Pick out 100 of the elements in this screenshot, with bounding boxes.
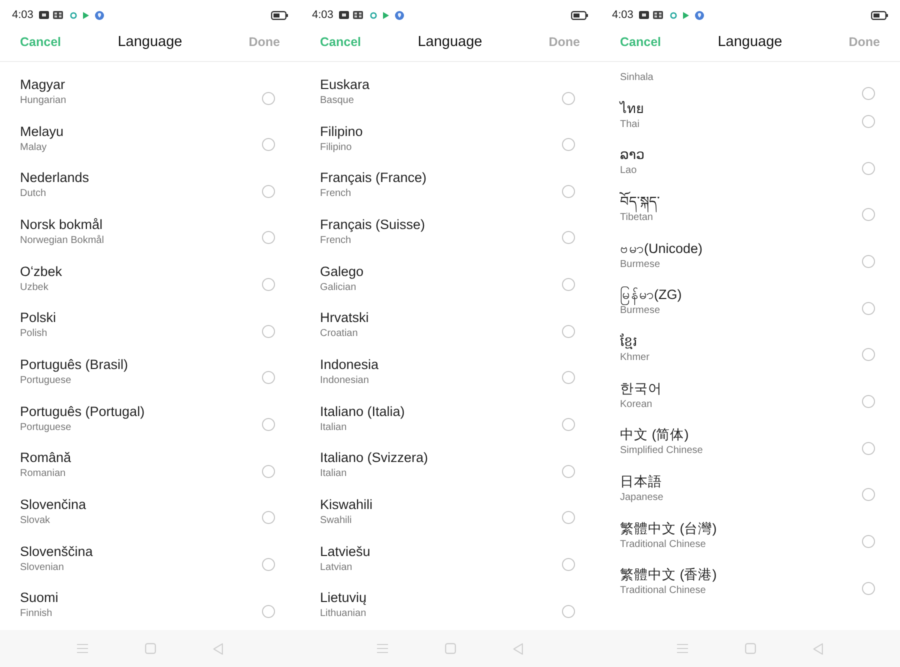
- screen-title: Language: [118, 34, 182, 50]
- screen-title: Language: [718, 34, 782, 50]
- language-name[interactable]: Galego: [320, 262, 364, 281]
- language-name[interactable]: Italiano (Svizzera): [320, 449, 428, 468]
- language-name[interactable]: Italiano (Italia): [320, 402, 405, 421]
- battery-icon: [871, 10, 888, 20]
- radio-button[interactable]: [262, 511, 275, 524]
- radio-button[interactable]: [262, 184, 275, 198]
- radio-button[interactable]: [562, 184, 575, 198]
- language-name[interactable]: Kiswahili: [320, 496, 373, 514]
- radio-button[interactable]: [862, 488, 875, 502]
- language-name[interactable]: 한국어: [620, 380, 662, 398]
- language-name[interactable]: Nederlands: [20, 169, 90, 188]
- radio-button[interactable]: [262, 464, 275, 478]
- language-subtitle: Slovak: [20, 514, 50, 528]
- radio-button[interactable]: [862, 115, 875, 128]
- radio-button[interactable]: [862, 535, 875, 548]
- radio-button[interactable]: [562, 231, 575, 244]
- radio-button[interactable]: [562, 278, 575, 292]
- language-name[interactable]: Français (France): [320, 169, 427, 188]
- language-subtitle: Uzbek: [20, 280, 48, 295]
- language-name[interactable]: Slovenščina: [20, 542, 93, 561]
- language-name[interactable]: Slovenčina: [20, 496, 86, 514]
- home-square-icon[interactable]: [145, 643, 156, 654]
- language-subtitle: Polish: [20, 327, 48, 342]
- back-icon[interactable]: [213, 642, 223, 654]
- radio-button[interactable]: [262, 92, 275, 104]
- language-name[interactable]: Français (Suisse): [320, 216, 426, 234]
- radio-button[interactable]: [862, 208, 875, 222]
- home-square-icon[interactable]: [745, 643, 756, 654]
- radio-button[interactable]: [562, 464, 575, 478]
- play-icon: [83, 12, 90, 18]
- language-name[interactable]: Lietuvių: [320, 589, 367, 608]
- back-icon[interactable]: [813, 642, 823, 654]
- language-name[interactable]: Português (Brasil): [20, 356, 128, 374]
- ring-icon: [670, 12, 678, 18]
- radio-button[interactable]: [262, 558, 275, 572]
- radio-button[interactable]: [862, 395, 875, 408]
- grid-icon: [353, 11, 364, 19]
- status-time: 4:03: [612, 9, 634, 21]
- language-subtitle: Traditional Chinese: [620, 584, 706, 598]
- menu-icon[interactable]: [677, 644, 688, 653]
- back-icon[interactable]: [513, 642, 523, 654]
- language-name[interactable]: Polski: [20, 309, 56, 328]
- radio-button[interactable]: [862, 582, 875, 595]
- radio-button[interactable]: [262, 138, 275, 152]
- radio-button[interactable]: [862, 442, 875, 455]
- language-name[interactable]: 繁體中文 (香港): [620, 566, 717, 584]
- menu-icon[interactable]: [77, 644, 88, 653]
- language-name[interactable]: ไทย: [620, 100, 644, 118]
- menu-icon[interactable]: [377, 644, 388, 653]
- radio-button[interactable]: [262, 324, 275, 338]
- language-name[interactable]: Norsk bokmål: [20, 216, 103, 234]
- language-name[interactable]: Indonesia: [320, 356, 379, 374]
- radio-button[interactable]: [862, 86, 875, 100]
- radio-button[interactable]: [562, 558, 575, 572]
- radio-button[interactable]: [862, 255, 875, 268]
- language-name[interactable]: Filipino: [320, 122, 363, 141]
- radio-button[interactable]: [862, 162, 875, 175]
- language-subtitle: Lao: [620, 164, 637, 178]
- radio-button[interactable]: [562, 418, 575, 432]
- radio-button[interactable]: [562, 92, 575, 104]
- radio-button[interactable]: [262, 418, 275, 432]
- radio-button[interactable]: [262, 231, 275, 244]
- radio-button[interactable]: [262, 278, 275, 292]
- radio-button[interactable]: [562, 324, 575, 338]
- radio-button[interactable]: [562, 511, 575, 524]
- language-subtitle: Japanese: [620, 490, 664, 505]
- language-subtitle: Indonesian: [320, 374, 369, 388]
- language-name[interactable]: ລາວ: [620, 146, 645, 164]
- language-name[interactable]: Euskara: [320, 76, 370, 94]
- language-name[interactable]: Magyar: [20, 76, 66, 94]
- home-square-icon[interactable]: [445, 643, 456, 654]
- language-subtitle: Burmese: [620, 305, 660, 318]
- language-subtitle: Italian: [320, 467, 347, 482]
- language-subtitle: Portuguese: [20, 420, 72, 435]
- language-name[interactable]: Português (Portugal): [20, 402, 145, 421]
- radio-button[interactable]: [262, 604, 275, 618]
- radio-button[interactable]: [262, 371, 275, 384]
- radio-button[interactable]: [562, 604, 575, 618]
- language-subtitle: Tibetan: [620, 212, 653, 225]
- radio-button[interactable]: [862, 302, 875, 315]
- language-name[interactable]: Melayu: [20, 122, 64, 141]
- language-name[interactable]: ဗမာ(Unicode): [620, 240, 703, 258]
- language-name[interactable]: Oʻzbek: [20, 262, 62, 281]
- radio-button[interactable]: [862, 348, 875, 362]
- language-name[interactable]: བོད་སྐད་: [620, 192, 660, 211]
- radio-button[interactable]: [562, 371, 575, 384]
- language-subtitle: Finnish: [20, 607, 52, 622]
- language-name[interactable]: Suomi: [20, 589, 58, 608]
- radio-button[interactable]: [562, 138, 575, 152]
- language-name[interactable]: ខ្មែរ: [620, 332, 637, 351]
- language-name[interactable]: Română: [20, 449, 72, 468]
- language-subtitle: Burmese: [620, 258, 660, 272]
- language-name[interactable]: 日本語: [620, 472, 662, 491]
- language-name[interactable]: 中文 (简体): [620, 426, 689, 444]
- language-name[interactable]: Latviešu: [320, 542, 370, 561]
- language-name[interactable]: Hrvatski: [320, 309, 369, 328]
- language-name[interactable]: 繁體中文 (台灣): [620, 520, 717, 538]
- language-name[interactable]: မြန်မာ(ZG): [620, 286, 682, 304]
